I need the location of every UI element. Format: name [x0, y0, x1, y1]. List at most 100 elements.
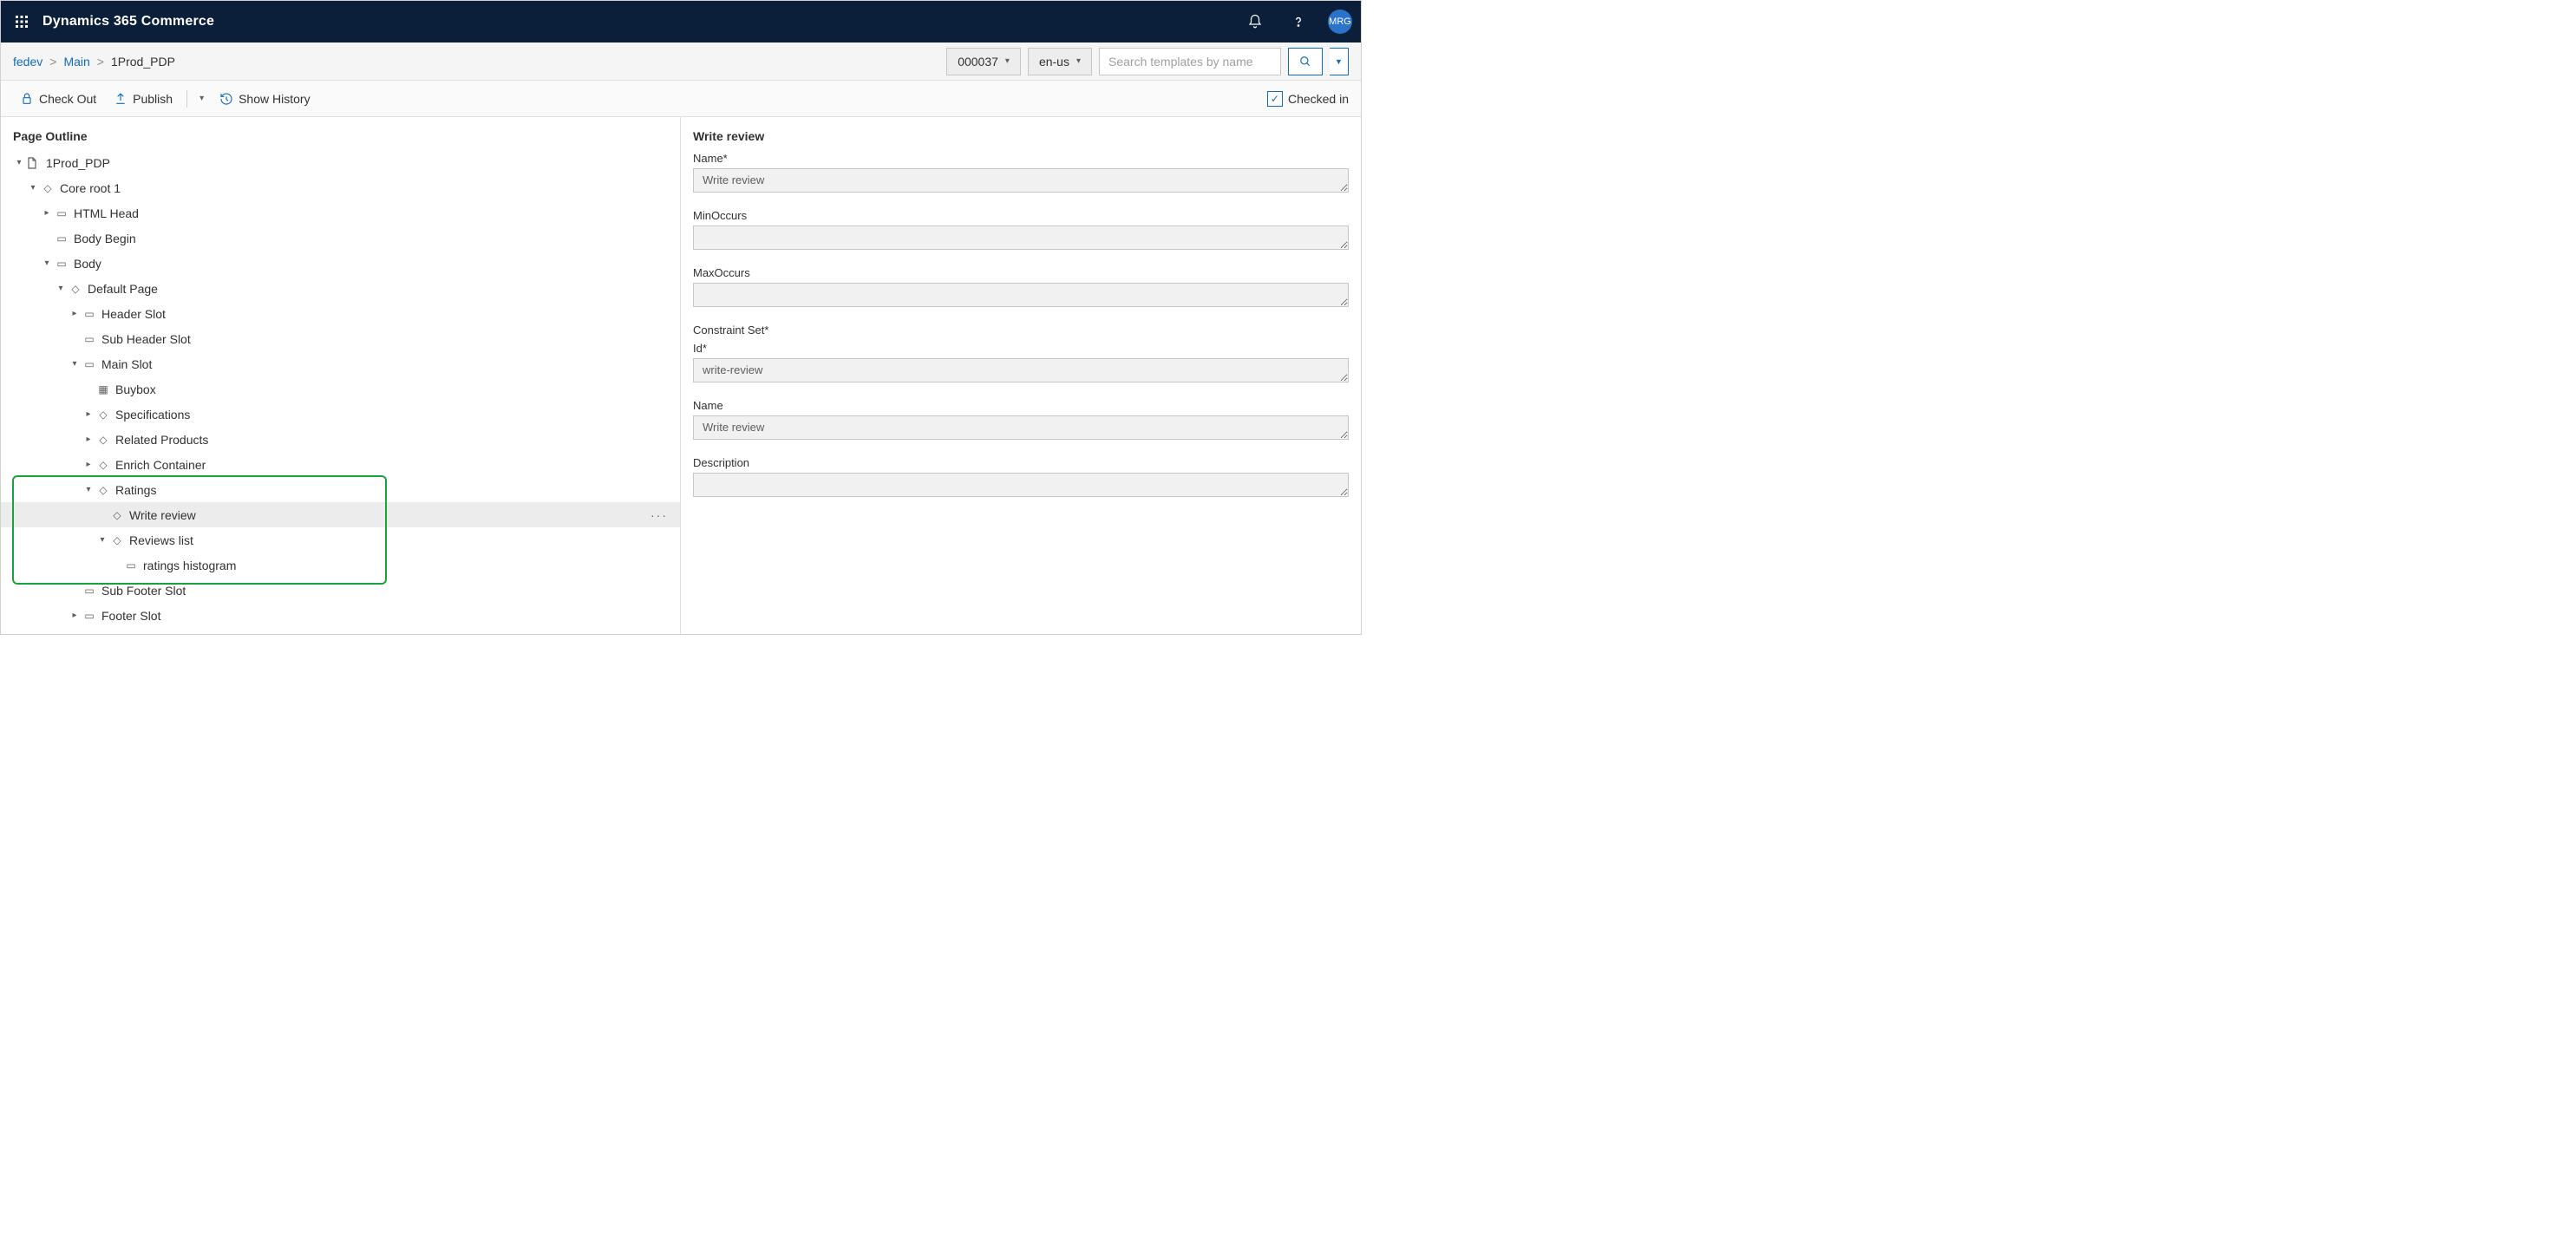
page-outline-panel: Page Outline ▾ 1Prod_PDP ▾ ◇ Core root 1…: [1, 117, 681, 634]
component-icon: ▦: [96, 383, 110, 395]
tree-node-enrich-container[interactable]: ▸ ◇ Enrich Container: [1, 452, 680, 477]
check-out-button[interactable]: Check Out: [13, 88, 103, 109]
chevron-right-icon: ▸: [69, 611, 81, 620]
description-label: Description: [693, 456, 1349, 469]
properties-title: Write review: [693, 129, 1349, 143]
tree-node-label: Sub Header Slot: [101, 332, 191, 346]
min-occurs-input[interactable]: [693, 226, 1349, 250]
slot-icon: ▭: [82, 585, 96, 597]
tree-node-body-end[interactable]: ▭ Body End: [1, 628, 680, 634]
outline-tree: ▾ 1Prod_PDP ▾ ◇ Core root 1 ▸ ▭ HTML Hea…: [1, 150, 680, 634]
tree-node-core-root[interactable]: ▾ ◇ Core root 1: [1, 175, 680, 200]
name-label: Name*: [693, 152, 1349, 165]
name2-label: Name: [693, 399, 1349, 412]
tree-node-label: Body: [74, 257, 101, 271]
max-occurs-label: MaxOccurs: [693, 266, 1349, 279]
tree-node-ratings-histogram[interactable]: ▭ ratings histogram: [1, 552, 680, 578]
tree-node-body[interactable]: ▾ ▭ Body: [1, 251, 680, 276]
chevron-down-icon: ▾: [27, 183, 39, 193]
tree-node-label: Specifications: [115, 408, 190, 422]
name-input[interactable]: [693, 168, 1349, 193]
tree-node-default-page[interactable]: ▾ ◇ Default Page: [1, 276, 680, 301]
module-icon: ◇: [110, 509, 124, 521]
tree-node-main-slot[interactable]: ▾ ▭ Main Slot: [1, 351, 680, 376]
description-input[interactable]: [693, 473, 1349, 497]
tree-node-label: Sub Footer Slot: [101, 584, 186, 598]
name2-input[interactable]: [693, 415, 1349, 440]
tree-node-ratings[interactable]: ▾ ◇ Ratings: [1, 477, 680, 502]
module-icon: ◇: [96, 434, 110, 446]
tree-node-label: Body Begin: [74, 232, 136, 245]
breadcrumb-current: 1Prod_PDP: [111, 55, 175, 69]
checked-in-label: Checked in: [1288, 92, 1349, 106]
max-occurs-input[interactable]: [693, 283, 1349, 307]
search-input[interactable]: [1099, 48, 1281, 75]
site-selector-value: 000037: [958, 55, 998, 69]
toolbar-separator: [186, 90, 187, 108]
page-outline-title: Page Outline: [1, 117, 680, 150]
chevron-down-icon: ▾: [55, 284, 67, 293]
notifications-icon[interactable]: [1241, 8, 1269, 36]
tree-node-html-head[interactable]: ▸ ▭ HTML Head: [1, 200, 680, 226]
slot-icon: ▭: [82, 610, 96, 622]
breadcrumb-row: fedev > Main > 1Prod_PDP 000037 ▾ en-us …: [1, 42, 1361, 81]
toolbar: Check Out Publish ▾ Show History ✓ Check…: [1, 81, 1361, 117]
publish-button[interactable]: Publish: [107, 88, 180, 109]
tree-node-label: 1Prod_PDP: [46, 156, 110, 170]
tree-node-buybox[interactable]: ▦ Buybox: [1, 376, 680, 402]
breadcrumb-sep: >: [49, 55, 56, 69]
tree-node-label: Default Page: [88, 282, 158, 296]
tree-node-footer-slot[interactable]: ▸ ▭ Footer Slot: [1, 603, 680, 628]
tree-node-label: Write review: [129, 508, 196, 522]
tree-node-label: Enrich Container: [115, 458, 206, 472]
module-icon: ◇: [96, 409, 110, 421]
site-selector[interactable]: 000037 ▾: [946, 48, 1021, 75]
module-icon: ◇: [96, 484, 110, 496]
tree-node-sub-header-slot[interactable]: ▭ Sub Header Slot: [1, 326, 680, 351]
avatar[interactable]: MRG: [1328, 10, 1352, 34]
tree-node-label: HTML Head: [74, 206, 139, 220]
tree-node-body-begin[interactable]: ▭ Body Begin: [1, 226, 680, 251]
tree-node-header-slot[interactable]: ▸ ▭ Header Slot: [1, 301, 680, 326]
slot-icon: ▭: [55, 232, 69, 245]
search-button[interactable]: [1288, 48, 1323, 75]
tree-node-label: Ratings: [115, 483, 156, 497]
tree-node-root[interactable]: ▾ 1Prod_PDP: [1, 150, 680, 175]
tree-node-specifications[interactable]: ▸ ◇ Specifications: [1, 402, 680, 427]
tree-node-reviews-list[interactable]: ▾ ◇ Reviews list: [1, 527, 680, 552]
check-out-label: Check Out: [39, 92, 96, 106]
chevron-right-icon: ▸: [41, 208, 53, 218]
chevron-down-icon: ▾: [1005, 56, 1010, 66]
min-occurs-label: MinOccurs: [693, 209, 1349, 222]
tree-node-label: Reviews list: [129, 533, 193, 547]
id-input[interactable]: [693, 358, 1349, 382]
locale-selector-value: en-us: [1039, 55, 1069, 69]
page-icon: [27, 157, 41, 169]
search-split-button[interactable]: ▼: [1330, 48, 1349, 75]
breadcrumb-sep: >: [97, 55, 104, 69]
help-icon[interactable]: [1285, 8, 1312, 36]
tree-node-label: Header Slot: [101, 307, 166, 321]
show-history-button[interactable]: Show History: [212, 88, 317, 109]
module-icon: ◇: [110, 534, 124, 546]
module-icon: ◇: [41, 182, 55, 194]
locale-selector[interactable]: en-us ▾: [1028, 48, 1092, 75]
slot-icon: ▭: [124, 559, 138, 572]
tree-node-sub-footer-slot[interactable]: ▭ Sub Footer Slot: [1, 578, 680, 603]
breadcrumb-mid[interactable]: Main: [63, 55, 89, 69]
tree-node-write-review[interactable]: ◇ Write review ···: [1, 502, 680, 527]
breadcrumb-root[interactable]: fedev: [13, 55, 42, 69]
tree-node-label: ratings histogram: [143, 559, 236, 572]
top-bar: Dynamics 365 Commerce MRG: [1, 1, 1361, 42]
tree-node-label: Core root 1: [60, 181, 121, 195]
chevron-down-icon: ▾: [1076, 56, 1081, 66]
toolbar-overflow-chevron[interactable]: ▾: [194, 90, 209, 107]
chevron-right-icon: ▸: [82, 409, 95, 419]
checked-in-checkbox[interactable]: ✓: [1267, 91, 1283, 107]
properties-panel: Write review Name* MinOccurs MaxOccurs C…: [681, 117, 1361, 634]
slot-icon: ▭: [82, 308, 96, 320]
more-icon[interactable]: ···: [651, 508, 668, 522]
chevron-right-icon: ▸: [82, 460, 95, 469]
waffle-icon[interactable]: [10, 10, 34, 34]
tree-node-related-products[interactable]: ▸ ◇ Related Products: [1, 427, 680, 452]
